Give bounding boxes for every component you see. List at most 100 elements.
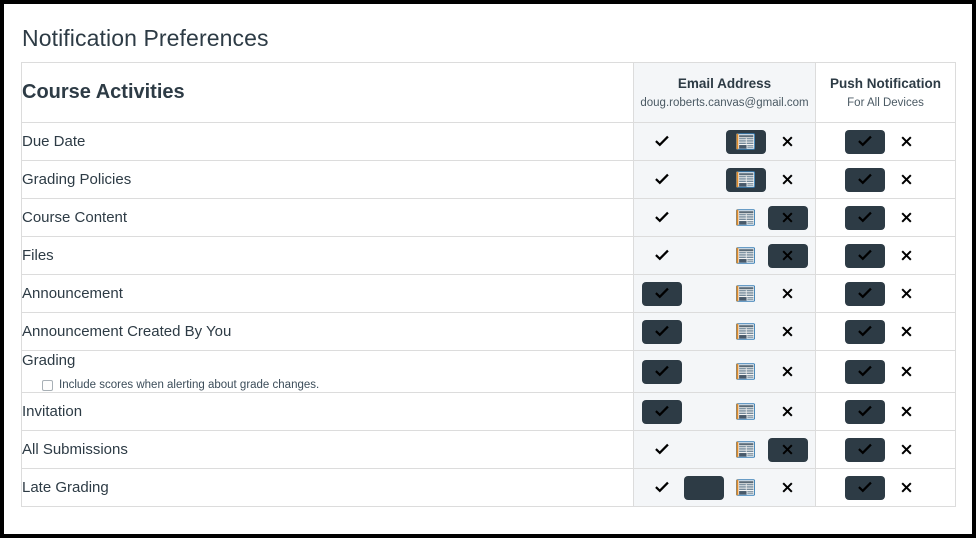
daily-clock-icon bbox=[695, 323, 712, 340]
table-body: Due Date Grading Policies Course Content Fi… bbox=[21, 122, 956, 507]
include-scores-option[interactable]: Include scores when alerting about grade… bbox=[42, 378, 633, 392]
email-weekly-newspaper-icon-button[interactable] bbox=[726, 438, 766, 462]
email-never-x-icon-button[interactable] bbox=[768, 168, 808, 192]
asap-check-icon bbox=[856, 323, 874, 341]
push-never-x-icon-button[interactable] bbox=[887, 244, 927, 268]
email-never-x-icon-button[interactable] bbox=[768, 282, 808, 306]
table-row: Files bbox=[21, 236, 956, 275]
push-never-x-icon-button[interactable] bbox=[887, 168, 927, 192]
push-never-x-icon-button[interactable] bbox=[887, 282, 927, 306]
daily-clock-icon bbox=[695, 171, 712, 188]
push-frequency-group bbox=[816, 243, 955, 268]
push-asap-check-icon-button[interactable] bbox=[844, 167, 885, 192]
table-row: Invitation bbox=[21, 392, 956, 431]
push-asap-check-icon-button[interactable] bbox=[844, 437, 885, 462]
email-weekly-newspaper-icon-button[interactable] bbox=[726, 206, 766, 230]
push-asap-check-icon-button[interactable] bbox=[844, 281, 885, 306]
email-daily-clock-icon-button[interactable] bbox=[684, 206, 724, 230]
email-asap-check-icon-button[interactable] bbox=[642, 130, 682, 154]
never-x-icon bbox=[899, 480, 914, 495]
email-daily-clock-icon-button[interactable] bbox=[684, 320, 724, 344]
include-scores-checkbox[interactable] bbox=[42, 379, 53, 391]
weekly-newspaper-icon bbox=[736, 209, 755, 226]
email-daily-clock-icon-button[interactable] bbox=[684, 282, 724, 306]
never-x-icon bbox=[899, 442, 914, 457]
email-asap-check-icon-button[interactable] bbox=[642, 168, 682, 192]
email-asap-check-icon-button[interactable] bbox=[642, 476, 682, 500]
asap-check-icon bbox=[653, 323, 671, 341]
push-never-x-icon-button[interactable] bbox=[887, 360, 927, 384]
email-frequency-cell bbox=[633, 350, 816, 393]
daily-clock-icon bbox=[695, 479, 712, 496]
column-header-email: Email Address doug.roberts.canvas@gmail.… bbox=[633, 62, 816, 123]
asap-check-icon bbox=[653, 247, 671, 265]
email-never-x-icon-button[interactable] bbox=[768, 400, 808, 424]
email-asap-check-icon-button[interactable] bbox=[642, 206, 682, 230]
email-daily-clock-icon-button[interactable] bbox=[684, 130, 724, 154]
column-header-course-activities: Course Activities bbox=[21, 62, 634, 123]
activity-label: Grading Policies bbox=[22, 170, 132, 188]
email-asap-check-icon-button[interactable] bbox=[641, 319, 682, 344]
push-asap-check-icon-button[interactable] bbox=[844, 129, 885, 154]
activity-name-cell: Invitation bbox=[21, 392, 634, 431]
push-asap-check-icon-button[interactable] bbox=[844, 205, 885, 230]
push-asap-check-icon-button[interactable] bbox=[844, 399, 885, 424]
email-never-x-icon-button[interactable] bbox=[767, 205, 808, 230]
push-asap-check-icon-button[interactable] bbox=[844, 359, 885, 384]
never-x-icon bbox=[780, 248, 795, 263]
never-x-icon bbox=[780, 172, 795, 187]
never-x-icon bbox=[899, 324, 914, 339]
email-weekly-newspaper-icon-button[interactable] bbox=[725, 129, 766, 154]
email-never-x-icon-button[interactable] bbox=[768, 320, 808, 344]
daily-clock-icon bbox=[695, 363, 712, 380]
push-asap-check-icon-button[interactable] bbox=[844, 319, 885, 344]
table-row: Grading Policies bbox=[21, 160, 956, 199]
email-daily-clock-icon-button[interactable] bbox=[684, 400, 724, 424]
push-never-x-icon-button[interactable] bbox=[887, 476, 927, 500]
email-daily-clock-icon-button[interactable] bbox=[684, 244, 724, 268]
push-frequency-group bbox=[816, 399, 955, 424]
email-weekly-newspaper-icon-button[interactable] bbox=[726, 320, 766, 344]
email-daily-clock-icon-button[interactable] bbox=[683, 475, 724, 500]
never-x-icon bbox=[780, 210, 795, 225]
email-asap-check-icon-button[interactable] bbox=[642, 438, 682, 462]
asap-check-icon bbox=[653, 441, 671, 459]
email-never-x-icon-button[interactable] bbox=[768, 360, 808, 384]
push-never-x-icon-button[interactable] bbox=[887, 320, 927, 344]
push-never-x-icon-button[interactable] bbox=[887, 206, 927, 230]
email-frequency-group bbox=[634, 243, 815, 268]
email-never-x-icon-button[interactable] bbox=[768, 476, 808, 500]
email-weekly-newspaper-icon-button[interactable] bbox=[726, 400, 766, 424]
activity-name-cell: All Submissions bbox=[21, 430, 634, 469]
activity-name-cell: Due Date bbox=[21, 122, 634, 161]
activity-label: Due Date bbox=[22, 132, 86, 150]
email-daily-clock-icon-button[interactable] bbox=[684, 360, 724, 384]
push-never-x-icon-button[interactable] bbox=[887, 130, 927, 154]
email-frequency-group bbox=[634, 319, 815, 344]
email-weekly-newspaper-icon-button[interactable] bbox=[726, 360, 766, 384]
push-asap-check-icon-button[interactable] bbox=[844, 475, 885, 500]
email-weekly-newspaper-icon-button[interactable] bbox=[726, 244, 766, 268]
email-asap-check-icon-button[interactable] bbox=[641, 281, 682, 306]
email-daily-clock-icon-button[interactable] bbox=[684, 438, 724, 462]
activity-label: Grading bbox=[22, 352, 76, 369]
weekly-newspaper-icon bbox=[736, 171, 755, 188]
email-never-x-icon-button[interactable] bbox=[767, 243, 808, 268]
push-never-x-icon-button[interactable] bbox=[887, 438, 927, 462]
email-asap-check-icon-button[interactable] bbox=[642, 244, 682, 268]
email-weekly-newspaper-icon-button[interactable] bbox=[725, 167, 766, 192]
email-daily-clock-icon-button[interactable] bbox=[684, 168, 724, 192]
push-never-x-icon-button[interactable] bbox=[887, 400, 927, 424]
never-x-icon bbox=[780, 286, 795, 301]
email-weekly-newspaper-icon-button[interactable] bbox=[726, 476, 766, 500]
email-weekly-newspaper-icon-button[interactable] bbox=[726, 282, 766, 306]
email-asap-check-icon-button[interactable] bbox=[641, 359, 682, 384]
table-row: Announcement bbox=[21, 274, 956, 313]
email-never-x-icon-button[interactable] bbox=[767, 437, 808, 462]
table-row: Announcement Created By You bbox=[21, 312, 956, 351]
email-asap-check-icon-button[interactable] bbox=[641, 399, 682, 424]
never-x-icon bbox=[780, 364, 795, 379]
email-never-x-icon-button[interactable] bbox=[768, 130, 808, 154]
push-asap-check-icon-button[interactable] bbox=[844, 243, 885, 268]
activity-name-cell: Grading Policies bbox=[21, 160, 634, 199]
